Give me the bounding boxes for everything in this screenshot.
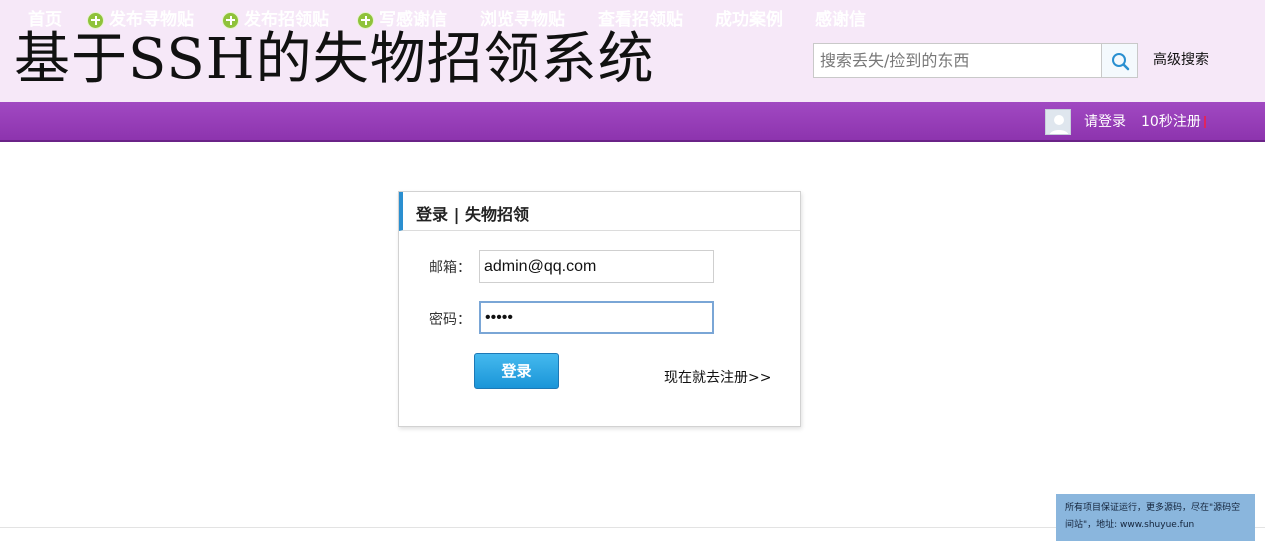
nav-publish-lost-label: 发布寻物贴 — [109, 10, 194, 30]
search-box — [813, 43, 1138, 78]
login-link[interactable]: 请登录 — [1084, 112, 1126, 132]
nav-view-found-label: 查看招领贴 — [598, 10, 683, 30]
nav-success-cases[interactable]: 成功案例 — [715, 0, 783, 40]
search-input[interactable] — [814, 44, 1101, 77]
plus-icon — [357, 11, 374, 29]
nav-publish-found-label: 发布招领贴 — [244, 10, 329, 30]
nav-home[interactable]: 首页 — [28, 0, 62, 40]
user-avatar[interactable] — [1045, 109, 1071, 135]
email-field[interactable] — [479, 250, 714, 283]
nav-write-thanks-label: 写感谢信 — [379, 10, 447, 30]
password-label: 密码： — [429, 312, 471, 328]
search-button[interactable] — [1101, 44, 1137, 77]
password-field[interactable] — [479, 301, 714, 334]
nav-publish-lost[interactable]: 发布寻物贴 — [87, 0, 194, 40]
notice-banner: 所有项目保证运行，更多源码，尽在"源码空间站"，地址: www.shuyue.f… — [1056, 494, 1255, 541]
login-panel-title: 登录 | 失物招领 — [416, 205, 529, 224]
user-icon — [1049, 115, 1069, 134]
cursor-mark — [1204, 116, 1206, 128]
plus-icon — [222, 11, 239, 29]
nav-browse-lost[interactable]: 浏览寻物贴 — [480, 0, 565, 40]
register-link-top[interactable]: 10秒注册 — [1141, 112, 1201, 132]
nav-thanks-letters-label: 感谢信 — [815, 10, 866, 30]
login-panel-header: 登录 | 失物招领 — [399, 192, 800, 231]
login-panel: 登录 | 失物招领 邮箱： 密码： 登录 现在就去注册>> — [398, 191, 801, 427]
nav-success-cases-label: 成功案例 — [715, 10, 783, 30]
nav-thanks-letters[interactable]: 感谢信 — [815, 0, 866, 40]
nav-publish-found[interactable]: 发布招领贴 — [222, 0, 329, 40]
nav-write-thanks[interactable]: 写感谢信 — [357, 0, 447, 40]
plus-icon — [87, 11, 104, 29]
register-now-link[interactable]: 现在就去注册>> — [664, 367, 771, 387]
main-nav — [0, 102, 1265, 142]
email-label: 邮箱： — [429, 260, 471, 276]
nav-browse-lost-label: 浏览寻物贴 — [480, 10, 565, 30]
nav-view-found[interactable]: 查看招领贴 — [598, 0, 683, 40]
advanced-search-link[interactable]: 高级搜索 — [1153, 50, 1209, 70]
login-button[interactable]: 登录 — [474, 353, 559, 389]
nav-home-label: 首页 — [28, 10, 62, 30]
search-icon — [1111, 52, 1129, 70]
